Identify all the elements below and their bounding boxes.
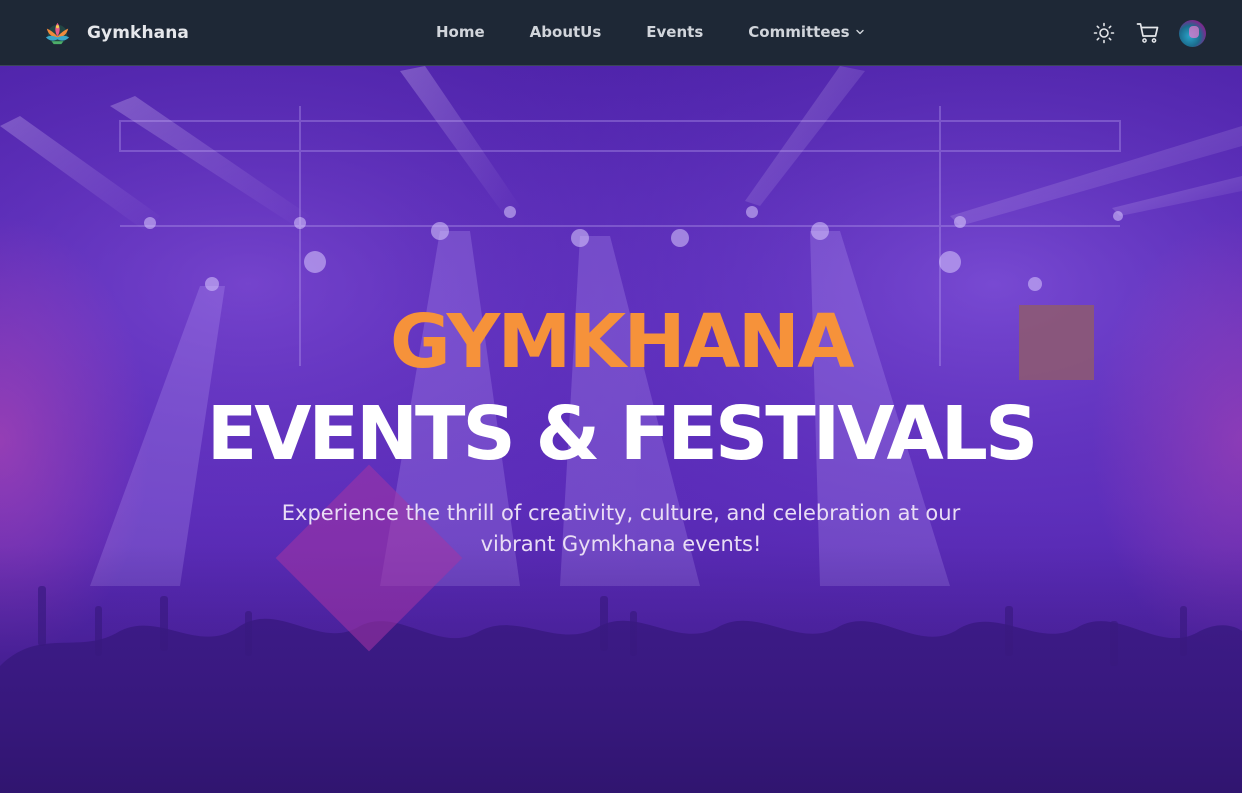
cart-icon xyxy=(1136,23,1159,43)
hero-title-gymkhana: GYMKHANA xyxy=(389,299,855,385)
nav-about-link[interactable]: AboutUs xyxy=(530,23,602,41)
hero-subtitle: Experience the thrill of creativity, cul… xyxy=(281,501,961,556)
nav-committees-dropdown[interactable]: Committees xyxy=(748,23,864,41)
navbar-actions xyxy=(1091,18,1206,48)
brand-link[interactable]: Gymkhana xyxy=(42,17,189,49)
chevron-down-icon xyxy=(855,29,864,35)
sun-icon xyxy=(1093,22,1115,44)
hero-section: GYMKHANA EVENTS & FESTIVALS Experience t… xyxy=(0,66,1242,793)
theme-toggle-button[interactable] xyxy=(1091,20,1117,46)
brand-name: Gymkhana xyxy=(87,23,190,43)
main-nav: Home AboutUs Events Committees xyxy=(436,20,865,44)
hero-title-events: EVENTS & FESTIVALS xyxy=(206,391,1039,477)
top-navbar: Gymkhana Home AboutUs Events Committees xyxy=(0,0,1242,66)
lotus-logo-icon xyxy=(45,22,70,44)
cart-button[interactable] xyxy=(1135,20,1161,46)
nav-home-link[interactable]: Home xyxy=(436,23,485,41)
user-avatar[interactable] xyxy=(1179,19,1206,47)
nav-events-link[interactable]: Events xyxy=(646,23,703,41)
nav-committees-label: Committees xyxy=(748,23,850,41)
